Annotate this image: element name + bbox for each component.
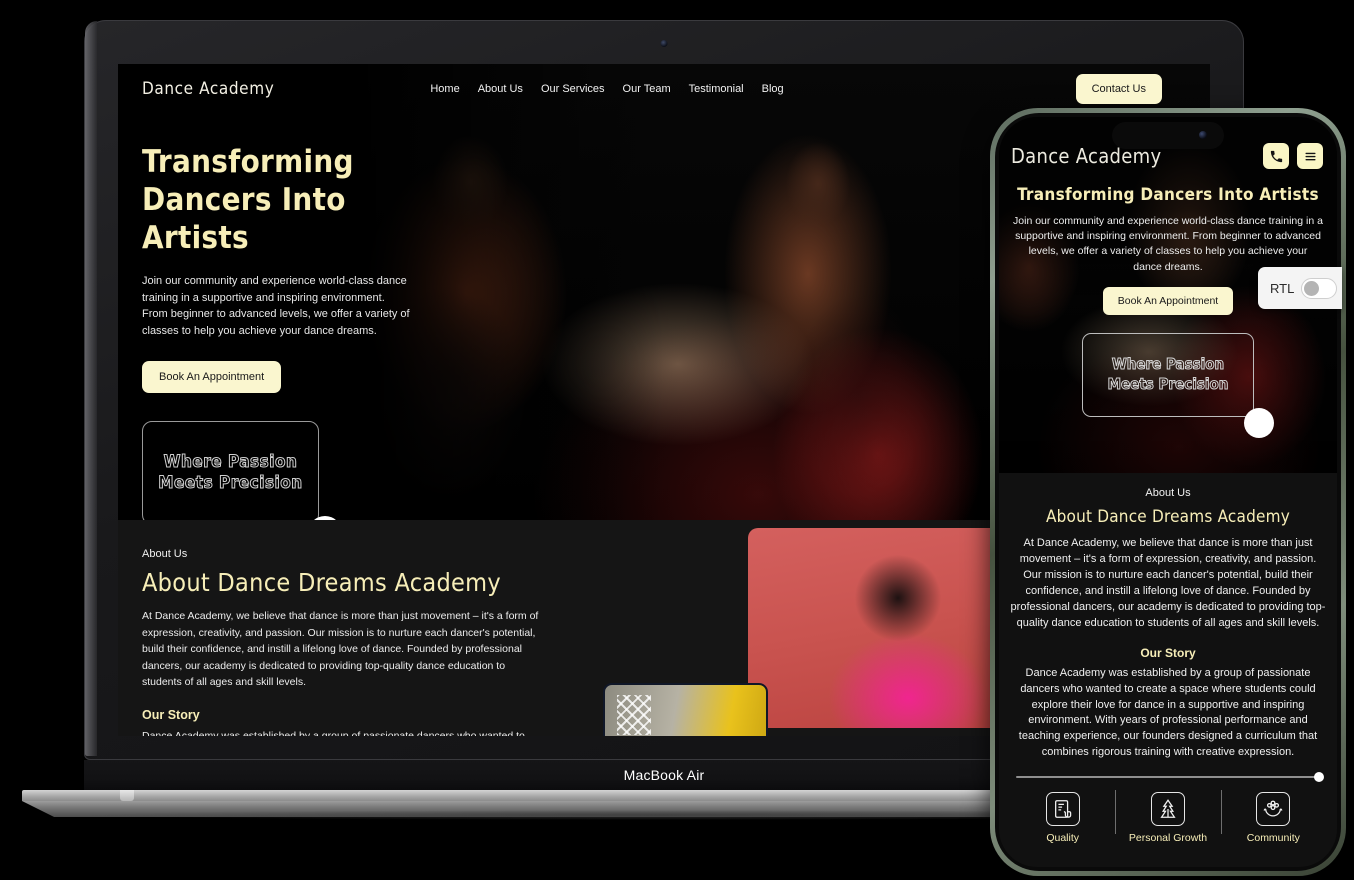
- phone-header-actions: [1263, 143, 1323, 169]
- hero-title: Transforming Dancers Into Artists: [142, 144, 418, 257]
- feature-item-quality[interactable]: Quality: [1010, 792, 1115, 844]
- rtl-toggle-switch[interactable]: [1301, 277, 1338, 299]
- document-hand-icon: [1054, 800, 1071, 819]
- phone-about-paragraph: At Dance Academy, we believe that dance …: [1010, 537, 1326, 629]
- hero-paragraph: Join our community and experience world-…: [142, 275, 410, 337]
- phone-tagline-line-2: Meets Precision: [1107, 374, 1229, 393]
- phone-menu-button[interactable]: [1297, 143, 1323, 169]
- rtl-toggle-knob: [1304, 280, 1320, 296]
- smartphone-mockup: Dance Academy Transforming Dancers Into …: [990, 108, 1346, 876]
- phone-hero-title: Transforming Dancers Into Artists: [1017, 185, 1319, 205]
- phone-slider-knob[interactable]: [1314, 772, 1324, 783]
- phone-icon: [1270, 150, 1282, 162]
- rtl-toggle-widget[interactable]: RTL: [1258, 267, 1342, 309]
- mockup-stage: Dance Academy Home About Us Our Services…: [0, 0, 1354, 880]
- phone-about-eyebrow: About Us: [1145, 487, 1191, 499]
- tagline-line-2: Meets Precision: [158, 473, 303, 494]
- hero-title-line-2: Dancers Into Artists: [142, 181, 346, 256]
- tagline-text: Where Passion Meets Precision: [158, 451, 303, 496]
- phone-tagline-card: Where Passion Meets Precision: [1082, 332, 1274, 438]
- tagline-card: Where Passion Meets Precision: [142, 421, 342, 520]
- phone-our-story-heading: Our Story: [1140, 645, 1196, 660]
- nav-item-our-team[interactable]: Our Team: [623, 83, 671, 95]
- nav-item-our-services[interactable]: Our Services: [541, 83, 605, 95]
- feature-label-quality: Quality: [1046, 832, 1079, 845]
- site-header: Dance Academy Home About Us Our Services…: [118, 64, 1210, 114]
- about-paragraph: At Dance Academy, we believe that dance …: [142, 610, 539, 689]
- feature-item-personal-growth[interactable]: Personal Growth: [1115, 790, 1220, 845]
- contact-us-button[interactable]: Contact Us: [1075, 74, 1162, 104]
- document-hand-icon-box: [1045, 792, 1080, 827]
- nav-item-home[interactable]: Home: [430, 83, 459, 95]
- hero-title-line-1: Transforming: [142, 144, 354, 180]
- rtl-label: RTL: [1270, 280, 1295, 296]
- phone-tagline-line-1: Where Passion: [1111, 355, 1225, 374]
- hands-people-icon-box: [1256, 792, 1291, 827]
- phone-tagline-text: Where Passion Meets Precision: [1107, 355, 1229, 394]
- about-eyebrow: About Us: [142, 548, 188, 560]
- hands-people-icon: [1264, 800, 1283, 817]
- about-text-column: About Us About Dance Dreams Academy At D…: [142, 548, 542, 736]
- phone-book-an-appointment-button[interactable]: Book An Appointment: [1102, 286, 1234, 315]
- about-inset-image: [603, 683, 768, 736]
- phone-about-section: About Us About Dance Dreams Academy At D…: [999, 473, 1337, 845]
- feature-label-personal-growth: Personal Growth: [1128, 832, 1208, 845]
- laptop-base-notch-left: [120, 790, 134, 801]
- main-navigation: Home About Us Our Services Our Team Test…: [430, 83, 783, 95]
- phone-about-heading: About Dance Dreams Academy: [1045, 507, 1290, 527]
- about-heading: About Dance Dreams Academy: [142, 568, 501, 597]
- nav-item-testimonial[interactable]: Testimonial: [689, 83, 744, 95]
- site-logo[interactable]: Dance Academy: [142, 79, 274, 99]
- nav-item-about-us[interactable]: About Us: [478, 83, 523, 95]
- phone-screen: Dance Academy Transforming Dancers Into …: [999, 117, 1337, 867]
- feature-item-community[interactable]: Community: [1220, 790, 1326, 845]
- phone-hero-paragraph: Join our community and experience world-…: [1013, 215, 1323, 273]
- phone-tagline-wrap: Where Passion Meets Precision: [1013, 332, 1323, 438]
- phone-notch: [1112, 122, 1224, 149]
- phone-features-row: Quality Personal Growth Community: [1010, 790, 1326, 845]
- tagline-line-1: Where Passion: [163, 451, 298, 472]
- phone-progress-slider[interactable]: [1016, 772, 1324, 783]
- front-camera-icon: [1199, 131, 1207, 139]
- phone-scroll-dot-indicator[interactable]: [1244, 407, 1274, 438]
- our-story-paragraph: Dance Academy was established by a group…: [142, 729, 525, 736]
- feature-label-community: Community: [1246, 832, 1300, 845]
- scroll-dot-indicator[interactable]: [308, 516, 342, 520]
- webcam-icon: [660, 40, 668, 47]
- phone-call-button[interactable]: [1263, 143, 1289, 169]
- hero-content: Transforming Dancers Into Artists Join o…: [118, 114, 418, 520]
- book-an-appointment-button[interactable]: Book An Appointment: [142, 361, 282, 394]
- hamburger-menu-icon: [1305, 152, 1315, 160]
- phone-our-story-paragraph: Dance Academy was established by a group…: [1018, 666, 1318, 759]
- device-name-label: MacBook Air: [623, 767, 705, 783]
- growth-arrow-icon-box: [1150, 792, 1185, 827]
- our-story-heading: Our Story: [142, 707, 200, 722]
- growth-arrow-icon: [1160, 799, 1176, 819]
- nav-item-blog[interactable]: Blog: [762, 83, 784, 95]
